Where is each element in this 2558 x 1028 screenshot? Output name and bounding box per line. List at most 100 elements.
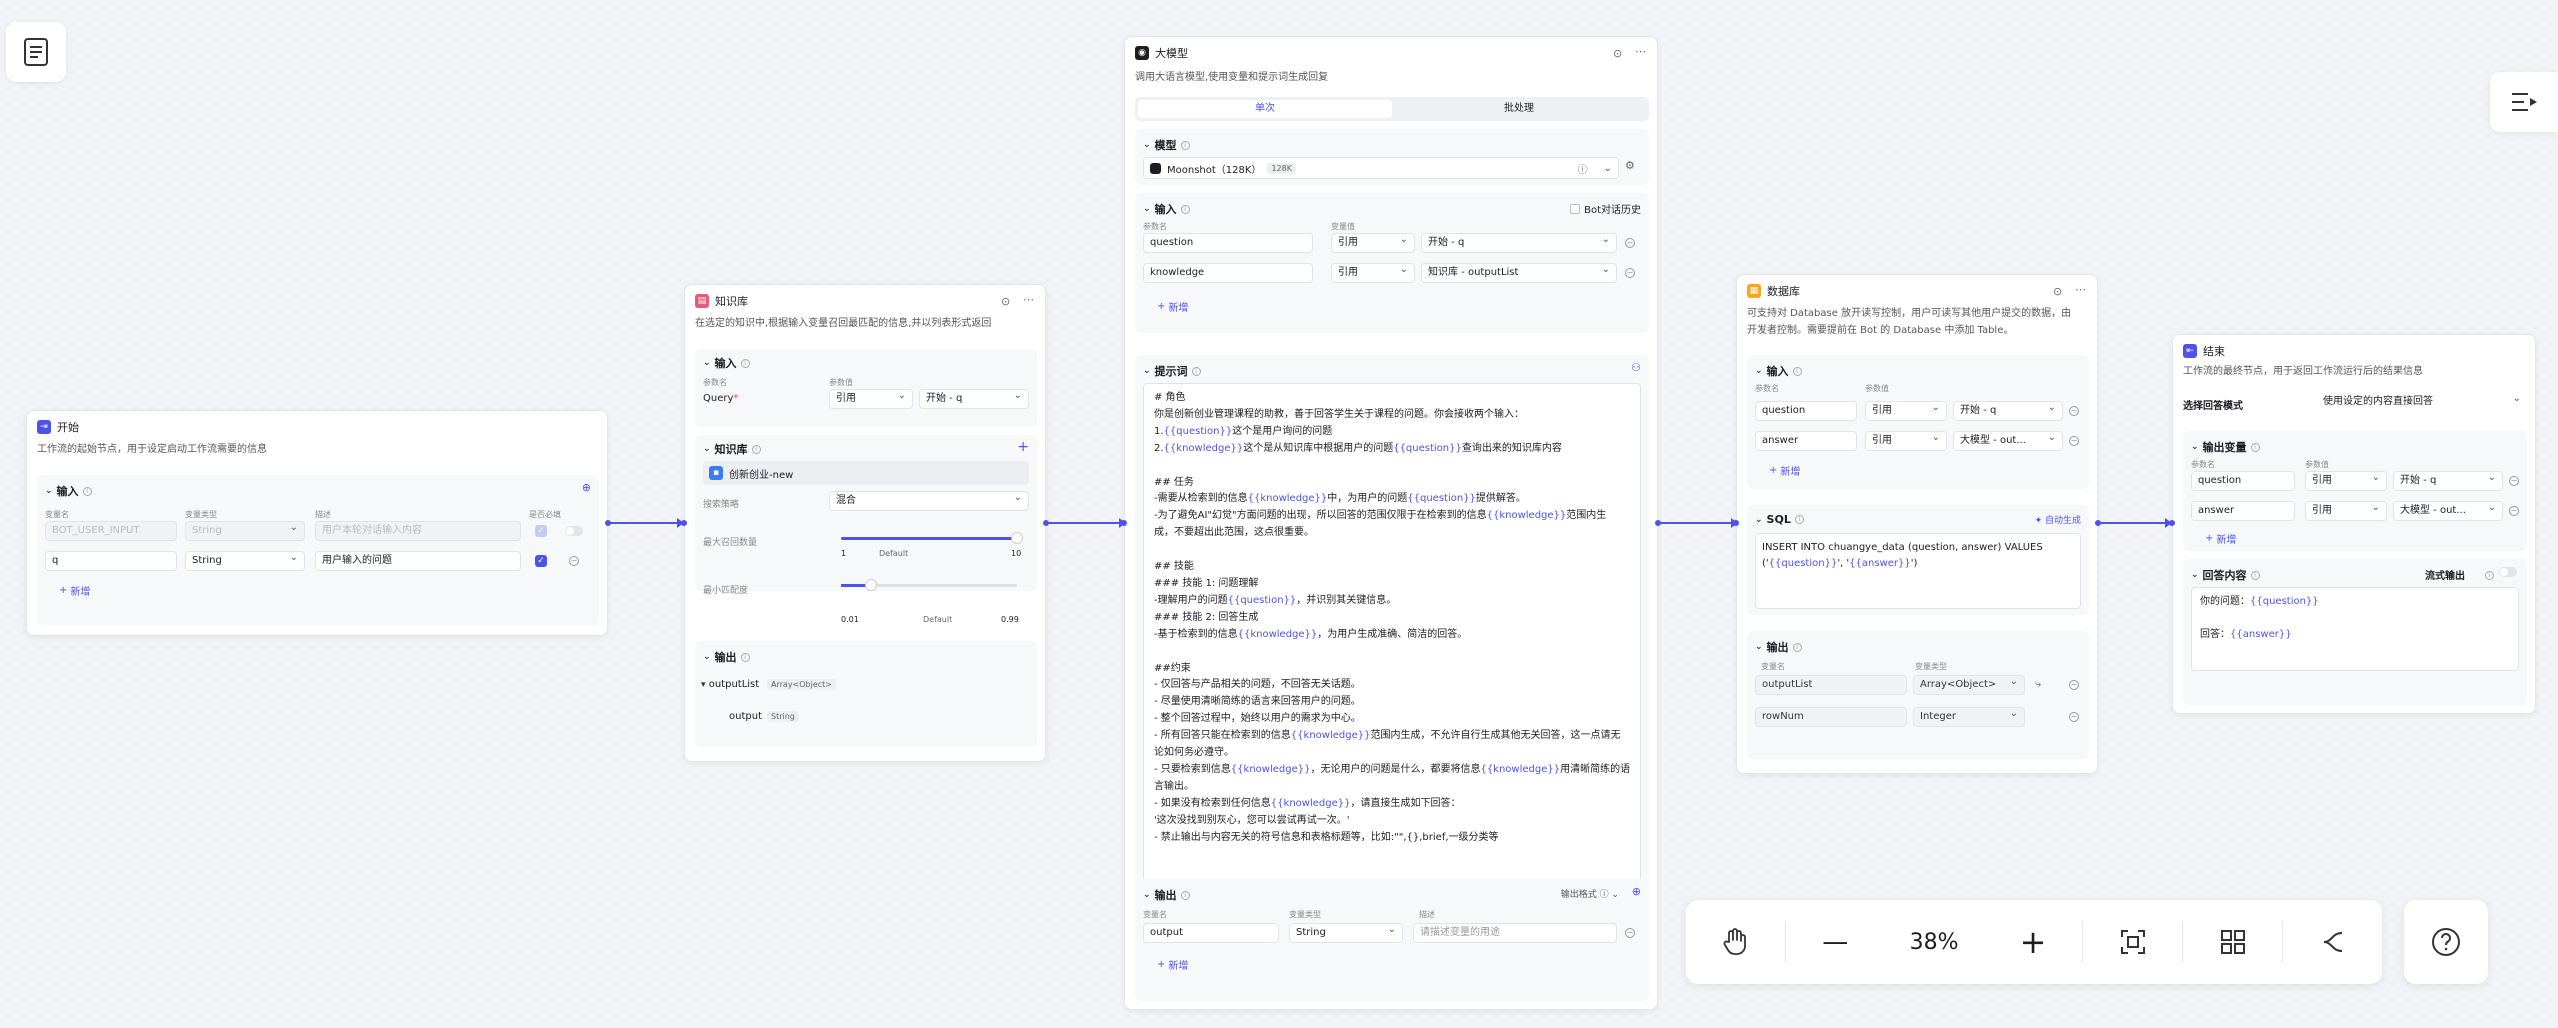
- slider-handle[interactable]: [865, 579, 877, 591]
- db-node[interactable]: ▦ 数据库 ⊙ ⋯ 可支持对 Database 放开读写控制，用户可读写其他用户提…: [1736, 274, 2098, 774]
- zoom-out-button[interactable]: —: [1786, 900, 1885, 984]
- fit-view-button[interactable]: [2083, 900, 2182, 984]
- history-checkbox[interactable]: [1570, 203, 1581, 214]
- expand-icon[interactable]: ▾: [701, 680, 706, 690]
- output-type-select[interactable]: String: [1289, 923, 1403, 943]
- ref-select[interactable]: 引用: [829, 389, 913, 409]
- ref-select[interactable]: 引用: [1331, 263, 1415, 283]
- notes-button[interactable]: [6, 22, 66, 82]
- ref-value-select[interactable]: 开始 - q: [919, 389, 1029, 409]
- model-tag: 128K: [1267, 162, 1296, 174]
- remove-icon[interactable]: −: [2069, 406, 2079, 416]
- model-select[interactable]: Moonshot（128K） 128K ⓘ ⌄: [1143, 157, 1619, 179]
- ref-select[interactable]: 引用: [1331, 233, 1415, 253]
- hand-tool-button[interactable]: [1686, 900, 1785, 984]
- collapse-icon[interactable]: ⌄: [45, 486, 53, 496]
- remove-icon[interactable]: −: [1625, 928, 1635, 938]
- add-input-button[interactable]: + 新增: [1763, 461, 1806, 480]
- tab-batch[interactable]: 批处理: [1392, 100, 1646, 118]
- ref-value-select[interactable]: 开始 - q: [1421, 233, 1617, 253]
- run-icon[interactable]: ⊙: [2053, 285, 2062, 298]
- col-desc: 描述: [1419, 910, 1435, 919]
- run-panel-button[interactable]: [2490, 72, 2558, 132]
- help-button[interactable]: [2404, 900, 2488, 984]
- sql-editor[interactable]: INSERT INTO chuangye_data (question, ans…: [1755, 533, 2081, 609]
- kb-node[interactable]: ▤ 知识库 ⊙ ⋯ 在选定的知识中,根据输入变量召回最匹配的信息,并以列表形式返回…: [684, 284, 1046, 762]
- line-style-button[interactable]: [2283, 900, 2382, 984]
- kb-out-port[interactable]: [1043, 520, 1049, 526]
- ref-value-select[interactable]: 知识库 - outputList: [1421, 263, 1617, 283]
- end-node[interactable]: ⇤ 结束 工作流的最终节点，用于返回工作流运行后的结果信息 选择回答模式 使用设定…: [2172, 334, 2536, 714]
- output-name-field[interactable]: output: [1143, 923, 1279, 943]
- max-recall-slider[interactable]: [841, 537, 1017, 540]
- tab-single[interactable]: 单次: [1138, 100, 1392, 118]
- ref-value-select[interactable]: 开始 - q: [2393, 471, 2503, 491]
- more-icon[interactable]: ⋯: [2075, 283, 2086, 296]
- db-in-port[interactable]: [1733, 520, 1739, 526]
- model-settings-icon[interactable]: ⚙: [1625, 159, 1635, 172]
- var-name-field[interactable]: q: [45, 551, 177, 571]
- param-name-field[interactable]: question: [1755, 401, 1857, 421]
- ref-select[interactable]: 引用: [2305, 501, 2387, 521]
- remove-icon[interactable]: −: [2069, 680, 2079, 690]
- add-output-button[interactable]: + 新增: [1151, 955, 1194, 974]
- ref-select[interactable]: 引用: [1865, 431, 1947, 451]
- db-out-port[interactable]: [2095, 520, 2101, 526]
- add-input-icon[interactable]: ⊕: [582, 481, 591, 494]
- var-type-select[interactable]: String: [185, 551, 305, 571]
- ref-value-select[interactable]: 大模型 - out...: [1953, 431, 2063, 451]
- remove-icon[interactable]: −: [2509, 506, 2519, 516]
- add-output-icon[interactable]: ⊕: [1632, 885, 1641, 898]
- remove-icon[interactable]: −: [1625, 238, 1635, 248]
- prompt-text: -理解用户的问题: [1154, 594, 1228, 606]
- llm-in-port[interactable]: [1121, 520, 1127, 526]
- add-input-button[interactable]: + 新增: [1151, 297, 1194, 316]
- remove-icon[interactable]: −: [2509, 476, 2519, 486]
- strategy-select[interactable]: 混合: [829, 491, 1029, 511]
- prompt-var: {{knowledge}}: [1480, 763, 1561, 775]
- run-icon[interactable]: ⊙: [1613, 47, 1622, 60]
- zoom-in-button[interactable]: +: [1984, 900, 2083, 984]
- mode-select[interactable]: 使用设定的内容直接回答: [2317, 393, 2527, 413]
- param-name-field[interactable]: answer: [1755, 431, 1857, 451]
- llm-out-port[interactable]: [1655, 520, 1661, 526]
- start-node[interactable]: ⇥ 开始 工作流的起始节点，用于设定启动工作流需要的信息 ⌄ 输入 i ⊕ 变量名 变…: [26, 410, 608, 636]
- prompt-assist-icon[interactable]: ⚇: [1631, 361, 1641, 374]
- remove-icon[interactable]: −: [1625, 268, 1635, 278]
- remove-icon[interactable]: −: [2069, 712, 2079, 722]
- required-checkbox[interactable]: ✓: [535, 555, 547, 567]
- prompt-editor[interactable]: # 角色 你是创新创业管理课程的助教，善于回答学生关于课程的问题。你会接收两个输入…: [1143, 383, 1641, 893]
- add-input-button[interactable]: + 新增: [53, 581, 96, 600]
- ref-select[interactable]: 引用: [1865, 401, 1947, 421]
- ref-value-select[interactable]: 开始 - q: [1953, 401, 2063, 421]
- stream-toggle[interactable]: [2499, 567, 2517, 577]
- more-icon[interactable]: ⋯: [1635, 45, 1646, 58]
- slider-handle[interactable]: [1011, 532, 1023, 544]
- add-kb-icon[interactable]: +: [1017, 439, 1029, 455]
- param-name-field[interactable]: answer: [2191, 501, 2295, 521]
- end-in-port[interactable]: [2169, 520, 2175, 526]
- prompt-var: {{knowledge}}: [1247, 493, 1328, 505]
- zoom-level[interactable]: 38%: [1885, 900, 1984, 984]
- param-name-field[interactable]: question: [1143, 233, 1313, 253]
- more-icon[interactable]: ⋯: [1023, 293, 1034, 306]
- output-desc-field[interactable]: 请描述变量的用途: [1413, 923, 1617, 943]
- add-output-button[interactable]: + 新增: [2199, 529, 2242, 548]
- layout-button[interactable]: [2183, 900, 2282, 984]
- start-out-port[interactable]: [605, 520, 611, 526]
- kb-item[interactable]: ▪ 创新创业-new: [703, 461, 1029, 485]
- param-name-field[interactable]: question: [2191, 471, 2295, 491]
- add-child-icon[interactable]: ⤷: [2035, 677, 2041, 691]
- ref-value-select[interactable]: 大模型 - out...: [2393, 501, 2503, 521]
- remove-icon[interactable]: −: [569, 556, 579, 566]
- var-desc-field[interactable]: 用户输入的问题: [315, 551, 521, 571]
- answer-editor[interactable]: 你的问题：{{question}} 回答：{{answer}}: [2191, 587, 2519, 671]
- param-name-field[interactable]: knowledge: [1143, 263, 1313, 283]
- llm-node[interactable]: ◉ 大模型 ⊙ ⋯ 调用大语言模型,使用变量和提示词生成回复 单次 批处理 ⌄ 模型…: [1124, 36, 1658, 1010]
- ref-select[interactable]: 引用: [2305, 471, 2387, 491]
- remove-icon[interactable]: −: [2069, 436, 2079, 446]
- kb-in-port[interactable]: [681, 520, 687, 526]
- autogen-button[interactable]: ✦ 自动生成: [2035, 513, 2081, 526]
- output-format-label[interactable]: 输出格式: [1561, 890, 1597, 900]
- run-icon[interactable]: ⊙: [1001, 295, 1010, 308]
